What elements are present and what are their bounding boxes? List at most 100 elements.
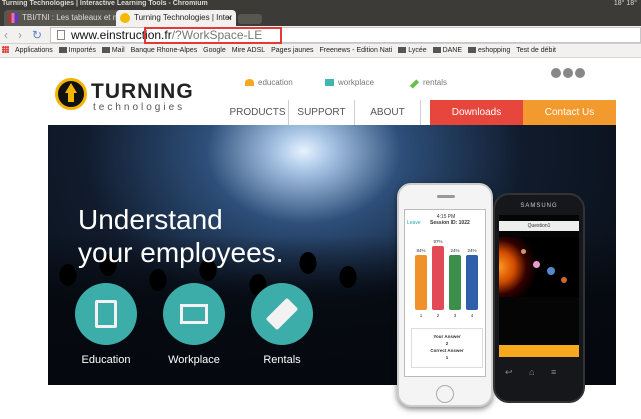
social-links	[551, 65, 587, 83]
samsung-mockup: SAMSUNG Question1 ↩ ⌂ ≡	[493, 193, 585, 403]
browser-toolbar: ‹ › ↻ www.einstruction.fr/?WorkSpace-LE	[0, 26, 641, 44]
category-workplace[interactable]: Workplace	[156, 283, 232, 366]
rentals-circle	[251, 283, 313, 345]
answer-panel: Your Answer 2 Correct Answer 1	[411, 328, 483, 368]
bookmark-banque[interactable]: Banque Rhone-Alpes	[131, 44, 198, 57]
contact-us-button[interactable]: Contact Us	[523, 100, 616, 125]
logo-arrow-stem	[68, 92, 74, 102]
folder-icon	[58, 47, 67, 53]
session-header: 4:15 PM Leave Session ID: 1022	[407, 214, 485, 226]
back-icon[interactable]: ‹	[4, 28, 8, 42]
youtube-icon[interactable]	[575, 68, 585, 78]
bookmark-test-debit[interactable]: Test de débit	[516, 44, 556, 57]
social-icon[interactable]	[551, 68, 561, 78]
answer-input-bar[interactable]	[499, 345, 579, 357]
system-tray: 18° 18°	[613, 0, 637, 7]
menu-icon: ≡	[551, 367, 557, 377]
android-nav-buttons: ↩ ⌂ ≡	[505, 367, 575, 381]
sector-link-rentals[interactable]: rentals	[409, 78, 448, 89]
category-label: Education	[81, 354, 131, 366]
bookmark-dane[interactable]: DANE	[432, 44, 462, 57]
window-titlebar: Turning Technologies | Interactive Learn…	[0, 0, 641, 8]
your-answer-label: Your Answer	[433, 334, 461, 339]
logo-sub: technologies	[93, 102, 186, 113]
sector-link-workplace[interactable]: workplace	[325, 78, 374, 87]
leave-link[interactable]: Leave	[407, 220, 421, 226]
menu-products[interactable]: PRODUCTS	[227, 100, 289, 125]
headline-line-1: Understand	[78, 204, 223, 235]
site-header: TURNING technologies education workplace…	[0, 58, 641, 125]
bookmark-label: Lycée	[408, 47, 427, 54]
sector-label: rentals	[423, 78, 448, 87]
category-rentals[interactable]: Rentals	[244, 283, 320, 366]
ticket-icon	[409, 79, 420, 89]
planet	[547, 267, 555, 275]
category-education[interactable]: Education	[68, 283, 144, 366]
correct-answer-label: Correct Answer	[430, 348, 464, 353]
menu-support[interactable]: SUPPORT	[289, 100, 355, 125]
samsung-screen: Question1	[499, 215, 579, 357]
graduation-cap-icon	[245, 79, 254, 86]
bookmark-mail[interactable]: Mail	[101, 44, 125, 57]
question-title: Question1	[499, 221, 579, 231]
bookmark-applications[interactable]: Applications	[15, 44, 53, 57]
bookmark-label: Mail	[111, 47, 125, 54]
forward-icon[interactable]: ›	[18, 28, 22, 42]
tab-turning[interactable]: Turning Technologies | Inter ×	[116, 10, 236, 26]
bar-percent-label: 97%	[433, 239, 443, 244]
bookmark-lycee[interactable]: Lycée	[398, 44, 427, 57]
url-highlight-box	[144, 27, 282, 44]
address-bar[interactable]: www.einstruction.fr/?WorkSpace-LE	[50, 27, 641, 44]
facebook-icon[interactable]	[563, 68, 573, 78]
bookmark-google[interactable]: Google	[203, 44, 226, 57]
workplace-circle	[163, 283, 225, 345]
bookmark-pages-jaunes[interactable]: Pages jaunes	[271, 44, 313, 57]
bar-chart-icon	[325, 79, 334, 86]
bar-choice-label: 3	[453, 313, 457, 318]
bookmark-label: Importés	[68, 47, 96, 54]
presentation-board-icon	[180, 304, 208, 324]
back-icon: ↩	[505, 367, 513, 377]
bar-percent-label: 84%	[416, 248, 426, 253]
tab-label: TBI/TNI : Les tableaux et mu	[22, 13, 124, 22]
folder-icon	[467, 47, 476, 53]
category-label: Rentals	[263, 354, 301, 366]
bar-percent-label: 24%	[450, 248, 460, 253]
response-bar	[449, 255, 461, 310]
downloads-button[interactable]: Downloads	[430, 100, 523, 125]
sector-label: education	[258, 78, 293, 87]
bookmark-eshopping[interactable]: eshopping	[467, 44, 510, 57]
home-button	[436, 385, 454, 403]
bookmark-mire-adsl[interactable]: Mire ADSL	[232, 44, 265, 57]
hero-headline: Understand your employees.	[78, 203, 338, 269]
folder-icon	[101, 47, 110, 53]
planet	[533, 261, 540, 268]
response-bar	[432, 246, 444, 310]
reload-icon[interactable]: ↻	[32, 28, 42, 42]
tab-label: Turning Technologies | Inter	[134, 13, 233, 22]
response-bar	[466, 255, 478, 310]
bookmark-freenews[interactable]: Freenews - Edition Nati	[319, 44, 392, 57]
new-tab-button[interactable]	[238, 14, 262, 24]
sector-link-education[interactable]: education	[245, 78, 293, 87]
iphone-screen: 4:15 PM Leave Session ID: 1022 84% 1 97% 2 2…	[404, 209, 486, 377]
folder-icon	[398, 47, 407, 53]
sector-label: workplace	[338, 78, 375, 87]
bar-choice-label: 1	[419, 313, 423, 318]
ticket-icon	[265, 297, 299, 331]
apps-grid-icon	[2, 46, 9, 53]
bookmark-importes[interactable]: Importés	[58, 44, 96, 57]
close-tab-icon[interactable]: ×	[227, 10, 232, 26]
iphone-mockup: 4:15 PM Leave Session ID: 1022 84% 1 97% 2 2…	[397, 183, 493, 407]
correct-answer-value: 1	[445, 355, 449, 360]
turning-logo[interactable]: TURNING technologies	[55, 78, 205, 114]
window-title: Turning Technologies | Interactive Learn…	[2, 0, 208, 7]
logo-brand: TURNING	[91, 80, 194, 103]
tab-bar: TBI/TNI : Les tableaux et mu Turning Tec…	[0, 8, 641, 26]
bar-choice-label: 4	[470, 313, 474, 318]
bar-percent-label: 24%	[467, 248, 477, 253]
tab-favicon-icon	[8, 13, 18, 23]
headline-line-2: your employees.	[78, 237, 284, 268]
category-label: Workplace	[168, 354, 220, 366]
menu-about[interactable]: ABOUT	[355, 100, 421, 125]
